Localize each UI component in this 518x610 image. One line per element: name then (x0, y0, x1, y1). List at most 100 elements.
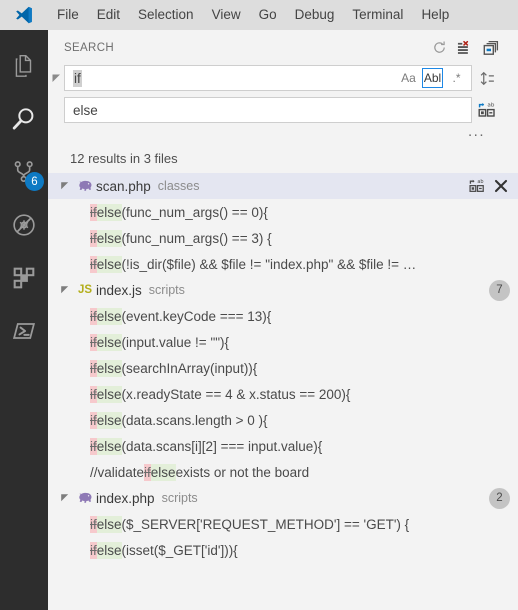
search-results-tree: scan.php classes ab if else (func_num_ar… (48, 173, 518, 563)
triangle-expanded-icon (52, 74, 60, 82)
match-removed: if (90, 515, 97, 533)
toggle-search-details-button[interactable]: ... (468, 124, 485, 145)
dismiss-file-button[interactable] (492, 177, 510, 195)
result-match-row[interactable]: if else ($_SERVER['REQUEST_METHOD'] == '… (48, 511, 518, 537)
result-file-name: index.php (96, 490, 155, 506)
match-context: (searchInArray(input)){ (121, 360, 258, 376)
view-title: SEARCH (64, 41, 115, 54)
result-count-message: 12 results in 3 files (70, 151, 178, 166)
php-elephant-icon (74, 491, 96, 505)
collapse-triangle-icon[interactable] (58, 283, 72, 297)
result-match-row[interactable]: if else (data.scans.length > 0 ){ (48, 407, 518, 433)
match-context: (input.value != ""){ (121, 334, 230, 350)
menu-go[interactable]: Go (250, 0, 286, 30)
match-inserted: else (96, 515, 122, 533)
match-removed: if (90, 437, 97, 455)
result-file-name: index.js (96, 282, 142, 298)
match-inserted: else (96, 229, 122, 247)
match-removed: if (90, 385, 97, 403)
menu-selection[interactable]: Selection (129, 0, 203, 30)
match-inserted: else (96, 359, 122, 377)
activity-bar: 6 (0, 30, 48, 610)
match-inserted: else (96, 437, 122, 455)
match-context: (func_num_args() == 3) { (121, 230, 272, 246)
match-count-badge: 7 (489, 279, 510, 301)
match-removed: if (144, 463, 151, 481)
match-removed: if (90, 229, 97, 247)
replace-input-value: else (73, 102, 98, 118)
clear-results-icon (457, 40, 468, 54)
result-file-row[interactable]: JS index.js scripts 7 (48, 277, 518, 303)
activity-item-source-control[interactable]: 6 (0, 148, 48, 196)
match-count-badge: 2 (489, 487, 510, 509)
match-case-toggle[interactable]: Aa (398, 68, 419, 88)
match-inserted: else (96, 541, 122, 559)
source-control-badge: 6 (25, 172, 44, 191)
result-file-row[interactable]: index.php scripts 2 (48, 485, 518, 511)
close-icon (494, 179, 508, 193)
result-match-row[interactable]: if else (!is_dir($file) && $file != "ind… (48, 251, 518, 277)
result-match-row[interactable]: if else (func_num_args() == 3) { (48, 225, 518, 251)
menu-edit[interactable]: Edit (88, 0, 129, 30)
more-actions-row: ... (64, 124, 502, 145)
activity-item-explorer[interactable] (0, 42, 48, 90)
replace-input[interactable]: else (64, 97, 472, 123)
vscode-logo-icon (0, 0, 48, 30)
activity-item-search[interactable] (0, 95, 48, 143)
result-file-row[interactable]: scan.php classes ab (48, 173, 518, 199)
match-context: (data.scans.length > 0 ){ (121, 412, 268, 428)
activity-item-terminal[interactable] (0, 307, 48, 355)
result-match-row[interactable]: if else (searchInArray(input)){ (48, 355, 518, 381)
activity-item-debug[interactable] (0, 201, 48, 249)
result-row-actions: ab (468, 177, 510, 195)
match-context: (isset($_GET['id'])){ (121, 542, 238, 558)
open-in-editor-button[interactable] (478, 35, 504, 61)
result-match-row[interactable]: if else (func_num_args() == 0){ (48, 199, 518, 225)
match-removed: if (90, 541, 97, 559)
match-removed: if (90, 203, 97, 221)
result-match-row[interactable]: //validate if else exists or not the boa… (48, 459, 518, 485)
svg-text:ab: ab (487, 102, 494, 108)
result-match-row[interactable]: if else (data.scans[i][2] === input.valu… (48, 433, 518, 459)
replace-all-button[interactable]: ab (472, 101, 502, 119)
refresh-button[interactable] (426, 35, 452, 61)
clear-results-button[interactable] (452, 35, 478, 61)
expand-search-details-button[interactable] (472, 71, 502, 86)
search-view-header: SEARCH (48, 30, 518, 65)
result-match-row[interactable]: if else (event.keyCode === 13){ (48, 303, 518, 329)
match-removed: if (90, 333, 97, 351)
replace-all-icon: ab (469, 179, 484, 192)
result-file-name: scan.php (96, 178, 151, 194)
menu-view[interactable]: View (203, 0, 250, 30)
match-context: (!is_dir($file) && $file != "index.php" … (121, 256, 417, 272)
result-file-folder: scripts (161, 491, 198, 505)
js-icon: JS (77, 284, 93, 296)
collapse-triangle-icon[interactable] (58, 491, 72, 505)
match-removed: if (90, 411, 97, 429)
toggle-replace-button[interactable] (51, 72, 63, 84)
result-match-row[interactable]: if else (isset($_GET['id'])){ (48, 537, 518, 563)
result-match-row[interactable]: if else (x.readyState == 4 & x.status ==… (48, 381, 518, 407)
match-context: (func_num_args() == 0){ (121, 204, 268, 220)
menu-terminal[interactable]: Terminal (343, 0, 412, 30)
collapse-triangle-icon[interactable] (58, 179, 72, 193)
menu-file[interactable]: File (48, 0, 88, 30)
use-regex-toggle[interactable]: .* (446, 68, 467, 88)
activity-item-extensions[interactable] (0, 254, 48, 302)
match-inserted: else (96, 385, 122, 403)
result-match-row[interactable]: if else (input.value != ""){ (48, 329, 518, 355)
search-input[interactable]: if Aa Abl .* (64, 65, 472, 91)
match-whole-word-toggle[interactable]: Abl (422, 68, 443, 88)
match-inserted: else (96, 307, 122, 325)
result-file-folder: classes (157, 179, 200, 193)
match-context: (x.readyState == 4 & x.status == 200){ (121, 386, 351, 402)
menu-debug[interactable]: Debug (286, 0, 344, 30)
match-context: exists or not the board (175, 464, 310, 480)
menu-help[interactable]: Help (412, 0, 458, 30)
open-new-editor-icon (483, 40, 499, 55)
refresh-icon (433, 41, 445, 53)
match-context: (event.keyCode === 13){ (121, 308, 272, 324)
replace-all-in-file-button[interactable]: ab (468, 177, 486, 195)
match-context: ($_SERVER['REQUEST_METHOD'] == 'GET') { (121, 516, 410, 532)
replace-all-icon: ab (478, 102, 495, 117)
